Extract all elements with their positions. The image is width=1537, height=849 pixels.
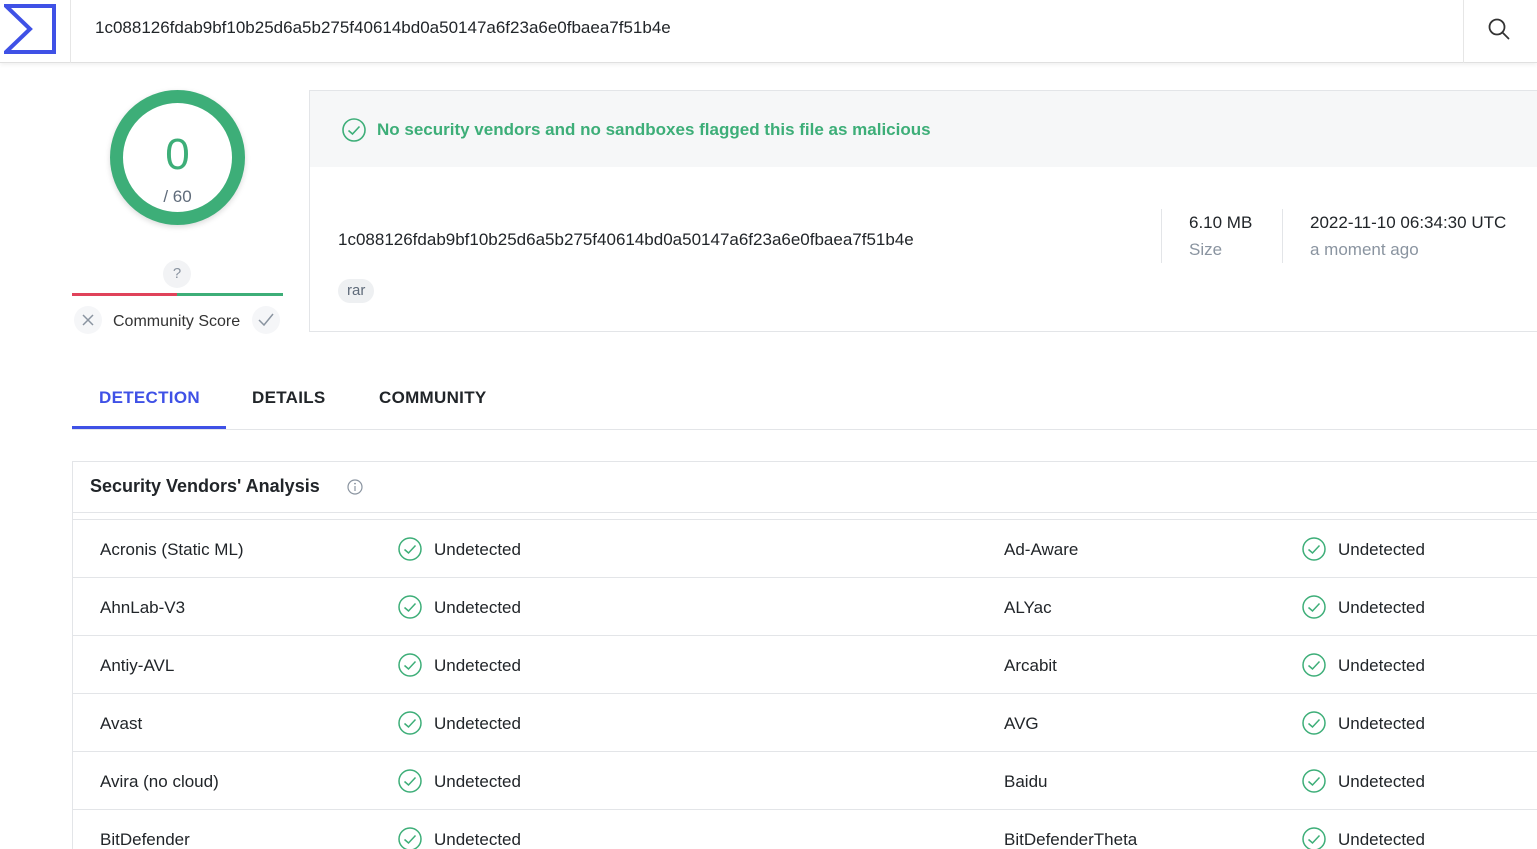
- divider: [73, 512, 1537, 513]
- detection-count: 0: [165, 130, 190, 179]
- vendor-name: AVG: [1004, 714, 1039, 733]
- search-button[interactable]: [1463, 0, 1533, 63]
- vendor-name: Arcabit: [1004, 656, 1057, 675]
- detection-total: / 60: [163, 187, 192, 206]
- vendor-name: AhnLab-V3: [100, 598, 186, 617]
- divider: [1282, 209, 1283, 263]
- vendor-status: Undetected: [434, 598, 521, 617]
- vendor-status: Undetected: [434, 540, 521, 559]
- vendor-name: Antiy-AVL: [100, 656, 175, 675]
- check-icon: [258, 313, 274, 327]
- vendors-analysis-section: Security Vendors' Analysis Acronis (Stat…: [72, 461, 1537, 849]
- check-circle-icon: [342, 118, 366, 142]
- vendor-name: Baidu: [1004, 772, 1048, 791]
- vendor-status: Undetected: [1338, 830, 1425, 849]
- vendor-name: Avast: [100, 714, 143, 733]
- table-row: AhnLab-V3 Undetected ALYac Undetected: [73, 577, 1537, 635]
- vendor-status: Undetected: [1338, 772, 1425, 791]
- tab-bar: DETECTION DETAILS COMMUNITY: [72, 370, 1537, 430]
- table-row: Avira (no cloud) Undetected Baidu Undete…: [73, 751, 1537, 809]
- close-icon: [82, 314, 94, 326]
- search-input[interactable]: [95, 14, 1435, 42]
- info-icon[interactable]: [347, 479, 363, 495]
- scan-date-relative: a moment ago: [1310, 240, 1419, 259]
- vendor-status: Undetected: [1338, 598, 1425, 617]
- vendor-name: BitDefenderTheta: [1004, 830, 1138, 849]
- vendor-status: Undetected: [434, 830, 521, 849]
- tab-detection[interactable]: DETECTION: [99, 388, 200, 408]
- verdict-banner: No security vendors and no sandboxes fla…: [310, 91, 1537, 167]
- vote-harmless-button[interactable]: [252, 306, 280, 334]
- tab-details[interactable]: DETAILS: [252, 388, 326, 408]
- check-circle-icon: [1302, 827, 1326, 849]
- virustotal-logo[interactable]: [0, 0, 71, 63]
- vendor-name: Acronis (Static ML): [100, 540, 244, 559]
- check-circle-icon: [398, 711, 422, 735]
- vendor-status: Undetected: [434, 656, 521, 675]
- check-circle-icon: [398, 537, 422, 561]
- section-title: Security Vendors' Analysis: [90, 476, 320, 496]
- detection-score-ring: 0 / 60: [110, 90, 245, 225]
- scan-date-value: 2022-11-10 06:34:30 UTC: [1310, 213, 1507, 232]
- vendor-name: BitDefender: [100, 830, 190, 849]
- active-tab-indicator: [72, 426, 226, 429]
- table-row: BitDefender Undetected BitDefenderTheta …: [73, 809, 1537, 849]
- check-circle-icon: [398, 653, 422, 677]
- verdict-text: No security vendors and no sandboxes fla…: [377, 120, 931, 139]
- file-size-label: Size: [1189, 240, 1223, 259]
- table-row: Avast Undetected AVG Undetected: [73, 693, 1537, 751]
- community-score-value: ?: [163, 260, 191, 288]
- tab-community[interactable]: COMMUNITY: [379, 388, 487, 408]
- file-size-value: 6.10 MB: [1189, 213, 1253, 232]
- top-bar: [0, 0, 1537, 63]
- search-icon: [1488, 18, 1510, 40]
- vendor-status: Undetected: [434, 772, 521, 791]
- file-summary-card: No security vendors and no sandboxes fla…: [309, 90, 1537, 332]
- vendor-status: Undetected: [1338, 714, 1425, 733]
- check-circle-icon: [1302, 769, 1326, 793]
- check-circle-icon: [1302, 537, 1326, 561]
- vendor-name: Ad-Aware: [1004, 540, 1079, 559]
- vendor-status: Undetected: [1338, 540, 1425, 559]
- check-circle-icon: [1302, 653, 1326, 677]
- file-hash: 1c088126fdab9bf10b25d6a5b275f40614bd0a50…: [338, 230, 914, 249]
- sigma-logo-icon: [4, 4, 56, 54]
- check-circle-icon: [398, 595, 422, 619]
- check-circle-icon: [398, 827, 422, 849]
- check-circle-icon: [398, 769, 422, 793]
- vendor-status: Undetected: [434, 714, 521, 733]
- table-row: Antiy-AVL Undetected Arcabit Undetected: [73, 635, 1537, 693]
- check-circle-icon: [1302, 595, 1326, 619]
- vendor-name: Avira (no cloud): [100, 772, 219, 791]
- vendor-status: Undetected: [1338, 656, 1425, 675]
- vendor-name: ALYac: [1004, 598, 1052, 617]
- check-circle-icon: [1302, 711, 1326, 735]
- community-score-bar-harmless: [177, 293, 283, 296]
- community-score-label: Community Score: [113, 313, 241, 330]
- table-row: Acronis (Static ML) Undetected Ad-Aware …: [73, 519, 1537, 577]
- file-type-tag[interactable]: rar: [338, 279, 375, 303]
- vote-malicious-button[interactable]: [74, 306, 102, 334]
- divider: [1161, 209, 1162, 263]
- community-score-bar-malicious: [72, 293, 177, 296]
